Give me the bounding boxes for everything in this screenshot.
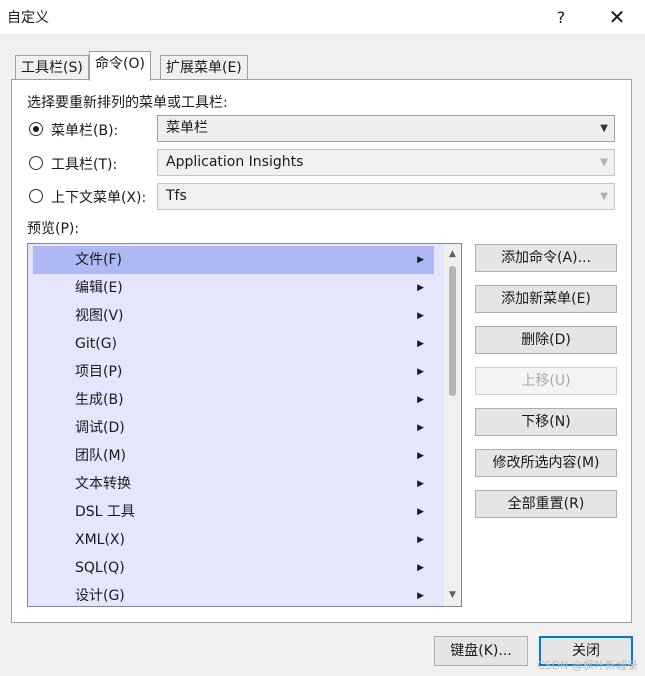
reset-all-button[interactable]: 全部重置(R) — [475, 490, 617, 518]
submenu-arrow-icon: ▶ — [417, 451, 424, 461]
keyboard-button[interactable]: 键盘(K)... — [434, 636, 528, 666]
toolbar-select-value: Application Insights — [166, 154, 304, 170]
menu-label: 生成(B) — [75, 392, 124, 408]
list-item[interactable]: 团队(M) ▶ — [33, 442, 434, 470]
submenu-arrow-icon: ▶ — [417, 339, 424, 349]
submenu-arrow-icon: ▶ — [417, 367, 424, 377]
context-menu-radio[interactable] — [29, 189, 43, 203]
menu-label: Git(G) — [75, 336, 117, 352]
add-new-menu-button[interactable]: 添加新菜单(E) — [475, 285, 617, 313]
scroll-up-icon[interactable]: ▲ — [444, 246, 461, 263]
delete-button[interactable]: 删除(D) — [475, 326, 617, 354]
list-item[interactable]: 文件(F) ▶ — [33, 246, 434, 274]
submenu-arrow-icon: ▶ — [417, 311, 424, 321]
list-item[interactable]: 生成(B) ▶ — [33, 386, 434, 414]
tab-commands[interactable]: 命令(O) — [89, 51, 151, 81]
submenu-arrow-icon: ▶ — [417, 563, 424, 573]
list-item[interactable]: XML(X) ▶ — [33, 526, 434, 554]
toolbar-radio-label[interactable]: 工具栏(T): — [51, 154, 117, 174]
list-item[interactable]: DSL 工具 ▶ — [33, 498, 434, 526]
preview-list[interactable]: 文件(F) ▶ 编辑(E) ▶ 视图(V) ▶ Git(G) ▶ 项目(P) ▶ 生成(B… — [27, 243, 462, 607]
menu-label: 设计(G) — [75, 588, 125, 604]
submenu-arrow-icon: ▶ — [417, 535, 424, 545]
menubar-select-value: 菜单栏 — [166, 120, 208, 136]
menu-label: 编辑(E) — [75, 280, 123, 296]
menu-label: 视图(V) — [75, 308, 124, 324]
tab-toolbars[interactable]: 工具栏(S) — [15, 55, 89, 81]
window-title: 自定义 — [7, 10, 49, 26]
close-icon: ✕ — [608, 5, 626, 29]
preview-scrollbar[interactable]: ▲ ▼ — [444, 244, 461, 606]
list-item[interactable]: 项目(P) ▶ — [33, 358, 434, 386]
close-window-button[interactable]: ✕ — [594, 0, 640, 34]
chevron-down-icon: ▼ — [600, 157, 608, 168]
menu-label: 调试(D) — [75, 420, 125, 436]
menu-label: XML(X) — [75, 532, 125, 548]
menu-label: 项目(P) — [75, 364, 123, 380]
title-bar: 自定义 ? ✕ — [0, 0, 645, 34]
list-item[interactable]: 编辑(E) ▶ — [33, 274, 434, 302]
list-item[interactable]: 调试(D) ▶ — [33, 414, 434, 442]
chevron-down-icon: ▼ — [600, 191, 608, 202]
list-item[interactable]: 视图(V) ▶ — [33, 302, 434, 330]
context-menu-select-value: Tfs — [166, 188, 187, 204]
scroll-down-icon[interactable]: ▼ — [444, 587, 461, 604]
help-icon: ? — [556, 7, 566, 27]
submenu-arrow-icon: ▶ — [417, 395, 424, 405]
tab-extension-menus[interactable]: 扩展菜单(E) — [160, 55, 248, 81]
menu-label: 团队(M) — [75, 448, 127, 464]
preview-label: 预览(P): — [27, 221, 80, 237]
menubar-radio[interactable] — [29, 122, 43, 136]
help-button[interactable]: ? — [538, 0, 584, 34]
menubar-radio-label[interactable]: 菜单栏(B): — [51, 120, 118, 140]
move-up-button: 上移(U) — [475, 367, 617, 395]
move-down-button[interactable]: 下移(N) — [475, 408, 617, 436]
submenu-arrow-icon: ▶ — [417, 423, 424, 433]
add-command-button[interactable]: 添加命令(A)... — [475, 244, 617, 272]
list-item[interactable]: Git(G) ▶ — [33, 330, 434, 358]
menubar-select[interactable]: 菜单栏 ▼ — [157, 115, 615, 142]
context-menu-select: Tfs ▼ — [157, 183, 615, 210]
submenu-arrow-icon: ▶ — [417, 507, 424, 517]
submenu-arrow-icon: ▶ — [417, 591, 424, 601]
context-menu-radio-label[interactable]: 上下文菜单(X): — [51, 187, 146, 207]
menu-label: SQL(Q) — [75, 560, 125, 576]
submenu-arrow-icon: ▶ — [417, 479, 424, 489]
submenu-arrow-icon: ▶ — [417, 283, 424, 293]
watermark: CSDN @枫叶新城录 — [537, 659, 638, 672]
submenu-arrow-icon: ▶ — [417, 255, 424, 265]
menu-label: 文本转换 — [75, 476, 131, 492]
toolbar-select: Application Insights ▼ — [157, 149, 615, 176]
list-item[interactable]: 设计(G) ▶ — [33, 582, 434, 606]
chevron-down-icon: ▼ — [600, 123, 608, 134]
section-label: 选择要重新排列的菜单或工具栏: — [27, 95, 228, 111]
menu-label: 文件(F) — [75, 252, 122, 268]
toolbar-radio[interactable] — [29, 156, 43, 170]
list-item[interactable]: 文本转换 ▶ — [33, 470, 434, 498]
list-item[interactable]: SQL(Q) ▶ — [33, 554, 434, 582]
menu-label: DSL 工具 — [75, 504, 135, 520]
modify-selection-button[interactable]: 修改所选内容(M) — [475, 449, 617, 477]
scroll-thumb[interactable] — [449, 266, 456, 396]
